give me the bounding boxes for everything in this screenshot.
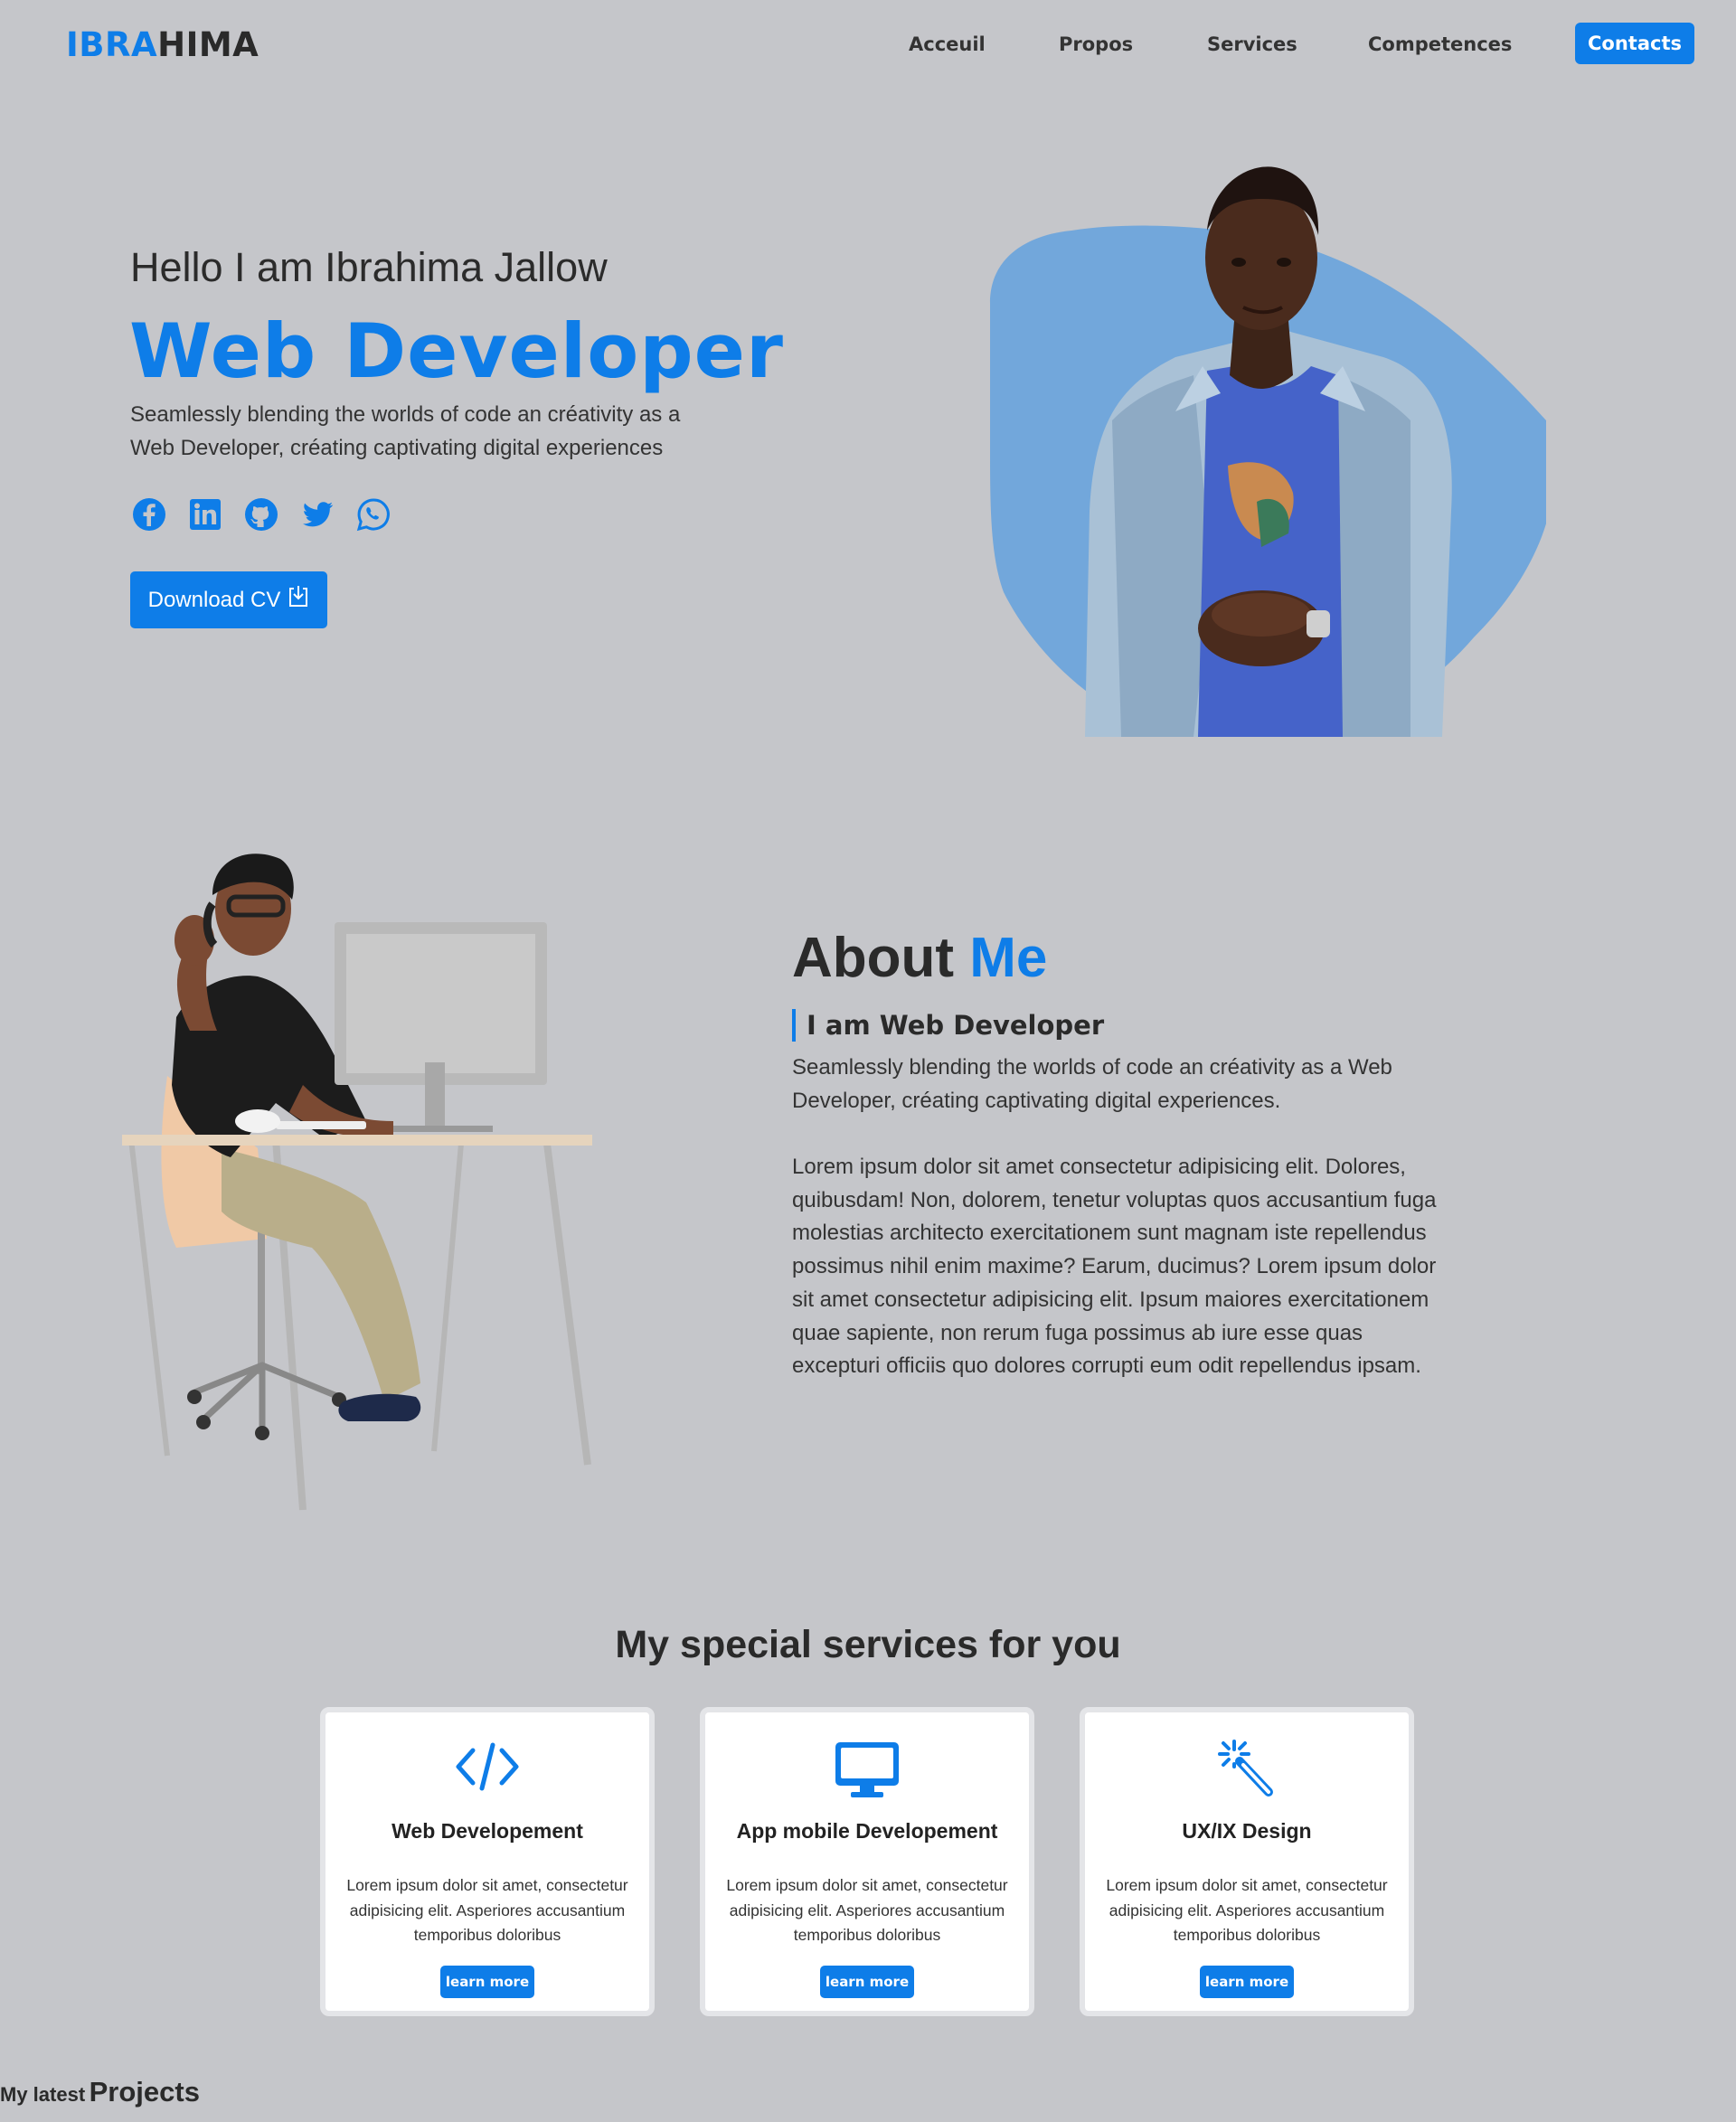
download-cv-button[interactable]: Download CV xyxy=(130,571,327,628)
service-card-web: Web Developement Lorem ipsum dolor sit a… xyxy=(320,1707,655,2016)
contacts-button[interactable]: Contacts xyxy=(1575,23,1694,64)
projects-heading-large: Projects xyxy=(89,2076,200,2108)
about-title-part1: About xyxy=(792,927,955,989)
linkedin-icon[interactable] xyxy=(186,495,224,533)
service-description: Lorem ipsum dolor sit amet, consectetur … xyxy=(726,1876,1008,1944)
top-navigation: IBRAHIMA Acceuil Propos Services Compete… xyxy=(0,0,1736,90)
about-title-part2: Me xyxy=(969,927,1048,989)
nav-link-propos[interactable]: Propos xyxy=(1059,33,1133,55)
facebook-icon[interactable] xyxy=(130,495,168,533)
learn-more-button[interactable]: learn more xyxy=(820,1966,914,1998)
desktop-icon xyxy=(705,1740,1029,1799)
hero-role-title: Web Developer xyxy=(129,307,784,395)
service-card-design: UX/IX Design Lorem ipsum dolor sit amet,… xyxy=(1080,1707,1414,2016)
learn-more-button[interactable]: learn more xyxy=(440,1966,534,1998)
projects-heading: My latest Projects xyxy=(0,2076,200,2108)
logo-part-2: HIMA xyxy=(157,25,259,64)
nav-link-services[interactable]: Services xyxy=(1207,33,1297,55)
nav-link-acceuil[interactable]: Acceuil xyxy=(909,33,986,55)
about-intro: Seamlessly blending the worlds of code a… xyxy=(792,1055,1392,1113)
service-card-mobile: App mobile Developement Lorem ipsum dolo… xyxy=(700,1707,1034,2016)
download-cv-label: Download CV xyxy=(147,587,281,612)
about-body: Lorem ipsum dolor sit amet consectetur a… xyxy=(792,1155,1437,1379)
site-logo[interactable]: IBRAHIMA xyxy=(66,25,259,64)
service-title: App mobile Developement xyxy=(736,1819,998,1843)
learn-more-button[interactable]: learn more xyxy=(1200,1966,1294,1998)
download-icon xyxy=(288,585,309,615)
service-title: Web Developement xyxy=(392,1819,583,1843)
projects-heading-small: My latest xyxy=(0,2083,86,2106)
logo-part-1: IBRA xyxy=(66,25,158,64)
about-title: About Me xyxy=(792,926,1047,990)
twitter-icon[interactable] xyxy=(298,495,336,533)
whatsapp-icon[interactable] xyxy=(354,495,392,533)
hero-portrait xyxy=(986,122,1555,748)
service-description: Lorem ipsum dolor sit amet, consectetur … xyxy=(346,1876,628,1944)
hero-description: Seamlessly blending the worlds of code a… xyxy=(130,402,681,460)
service-title: UX/IX Design xyxy=(1182,1819,1312,1843)
github-icon[interactable] xyxy=(242,495,280,533)
social-links xyxy=(130,495,392,533)
nav-link-competences[interactable]: Competences xyxy=(1368,33,1512,55)
services-title: My special services for you xyxy=(615,1623,1121,1666)
magic-wand-icon xyxy=(1085,1740,1409,1799)
developer-illustration xyxy=(122,850,637,1519)
code-icon xyxy=(326,1740,649,1794)
service-description: Lorem ipsum dolor sit amet, consectetur … xyxy=(1106,1876,1388,1944)
hero-greeting: Hello I am Ibrahima Jallow xyxy=(130,244,608,290)
about-subtitle: I am Web Developer xyxy=(792,1009,1104,1042)
